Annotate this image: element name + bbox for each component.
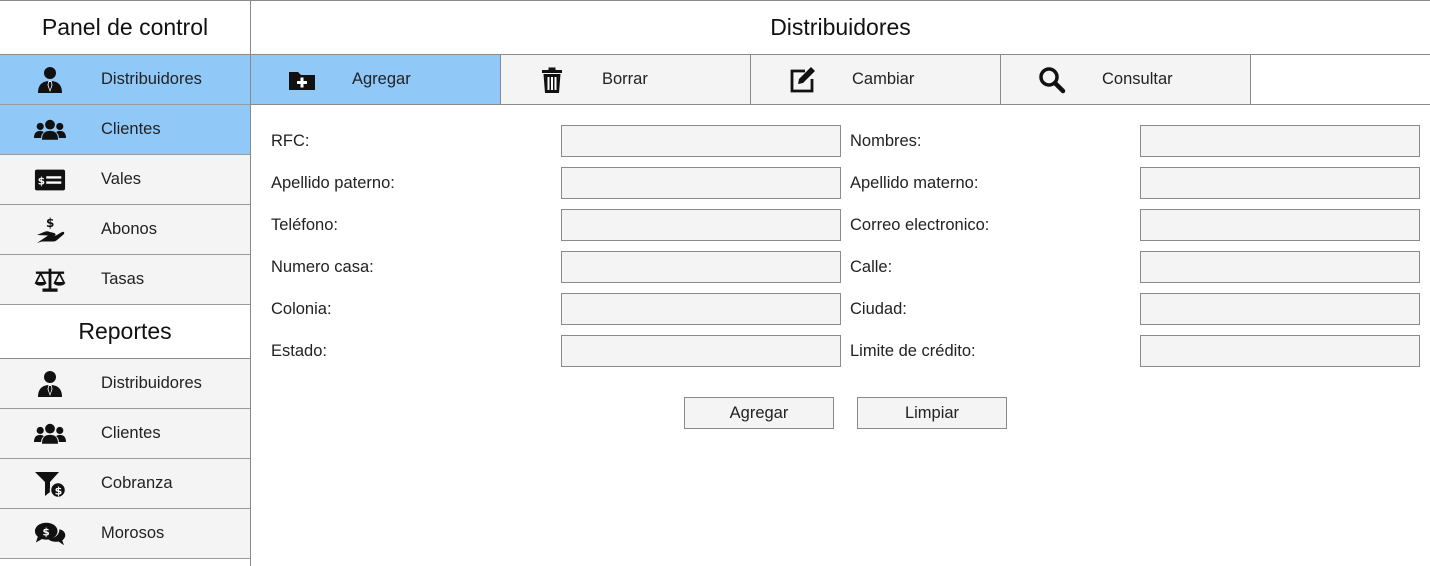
limite-credito-label: Limite de crédito:	[850, 342, 976, 360]
sidebar-item-label: Vales	[101, 170, 142, 188]
svg-text:$: $	[46, 216, 54, 230]
search-icon	[1001, 66, 1102, 94]
users-icon	[0, 420, 101, 448]
colonia-input[interactable]	[561, 293, 841, 325]
add-button[interactable]: Agregar	[684, 397, 834, 429]
hand-dollar-icon: $	[0, 216, 101, 244]
user-tie-icon	[0, 66, 101, 94]
report-item-clientes[interactable]: Clientes	[0, 409, 250, 459]
apellido-materno-input[interactable]	[1140, 167, 1420, 199]
estado-input[interactable]	[561, 335, 841, 367]
user-tie-icon	[0, 370, 101, 398]
edit-tab[interactable]: Cambiar	[751, 55, 1001, 104]
report-item-label: Distribuidores	[101, 374, 202, 392]
telefono-input[interactable]	[561, 209, 841, 241]
limite-credito-input[interactable]	[1140, 335, 1420, 367]
calle-input[interactable]	[1140, 251, 1420, 283]
sidebar-title: Panel de control	[0, 1, 250, 55]
money-check-icon: $	[0, 166, 101, 194]
delete-tab[interactable]: Borrar	[501, 55, 751, 104]
apellido-paterno-input[interactable]	[561, 167, 841, 199]
page-title: Distribuidores	[251, 0, 1430, 55]
reports-title: Reportes	[0, 305, 250, 359]
numero-casa-label: Numero casa:	[271, 258, 374, 276]
tool-label: Borrar	[602, 70, 648, 88]
tool-label: Agregar	[352, 70, 411, 88]
correo-label: Correo electronico:	[850, 216, 990, 234]
sidebar-item-label: Distribuidores	[101, 70, 202, 88]
distributor-form: RFC: Nombres: Apellido paterno: Apellido…	[251, 105, 1430, 429]
filter-dollar-icon: $	[0, 470, 101, 498]
sidebar-item-tasas[interactable]: Tasas	[0, 255, 250, 305]
toolbar: Agregar Borrar Cambiar Consultar	[251, 55, 1430, 105]
main-panel: Distribuidores Agregar Borrar Cambiar Co…	[251, 0, 1430, 566]
correo-input[interactable]	[1140, 209, 1420, 241]
trash-icon	[501, 66, 602, 94]
users-icon	[0, 116, 101, 144]
sidebar-item-label: Abonos	[101, 220, 157, 238]
report-item-label: Cobranza	[101, 474, 173, 492]
calle-label: Calle:	[850, 258, 893, 276]
numero-casa-input[interactable]	[561, 251, 841, 283]
svg-text:$: $	[54, 484, 62, 497]
svg-text:$: $	[37, 175, 44, 187]
telefono-label: Teléfono:	[271, 216, 338, 234]
folder-plus-icon	[251, 66, 352, 94]
edit-icon	[751, 66, 852, 94]
colonia-label: Colonia:	[271, 300, 332, 318]
estado-label: Estado:	[271, 342, 327, 360]
search-tab[interactable]: Consultar	[1001, 55, 1251, 104]
report-item-label: Clientes	[101, 424, 161, 442]
clear-button[interactable]: Limpiar	[857, 397, 1007, 429]
ciudad-label: Ciudad:	[850, 300, 907, 318]
apellido-paterno-label: Apellido paterno:	[271, 174, 395, 192]
add-tab[interactable]: Agregar	[251, 55, 501, 104]
sidebar-item-vales[interactable]: $ Vales	[0, 155, 250, 205]
sidebar-item-distribuidores[interactable]: Distribuidores	[0, 55, 250, 105]
apellido-materno-label: Apellido materno:	[850, 174, 979, 192]
report-item-morosos[interactable]: $ Morosos	[0, 509, 250, 559]
svg-text:$: $	[42, 526, 49, 538]
sidebar-item-abonos[interactable]: $ Abonos	[0, 205, 250, 255]
nombres-input[interactable]	[1140, 125, 1420, 157]
sidebar-item-label: Clientes	[101, 120, 161, 138]
tool-label: Cambiar	[852, 70, 915, 88]
comments-dollar-icon: $	[0, 520, 101, 548]
sidebar-item-clientes[interactable]: Clientes	[0, 105, 250, 155]
tool-label: Consultar	[1102, 70, 1173, 88]
report-item-distribuidores[interactable]: Distribuidores	[0, 359, 250, 409]
sidebar: Panel de control Distribuidores Clientes…	[0, 0, 251, 566]
report-item-label: Morosos	[101, 524, 165, 542]
rfc-label: RFC:	[271, 132, 310, 150]
nombres-label: Nombres:	[850, 132, 922, 150]
ciudad-input[interactable]	[1140, 293, 1420, 325]
report-item-cobranza[interactable]: $ Cobranza	[0, 459, 250, 509]
rfc-input[interactable]	[561, 125, 841, 157]
sidebar-item-label: Tasas	[101, 270, 145, 288]
balance-scale-icon	[0, 266, 101, 294]
